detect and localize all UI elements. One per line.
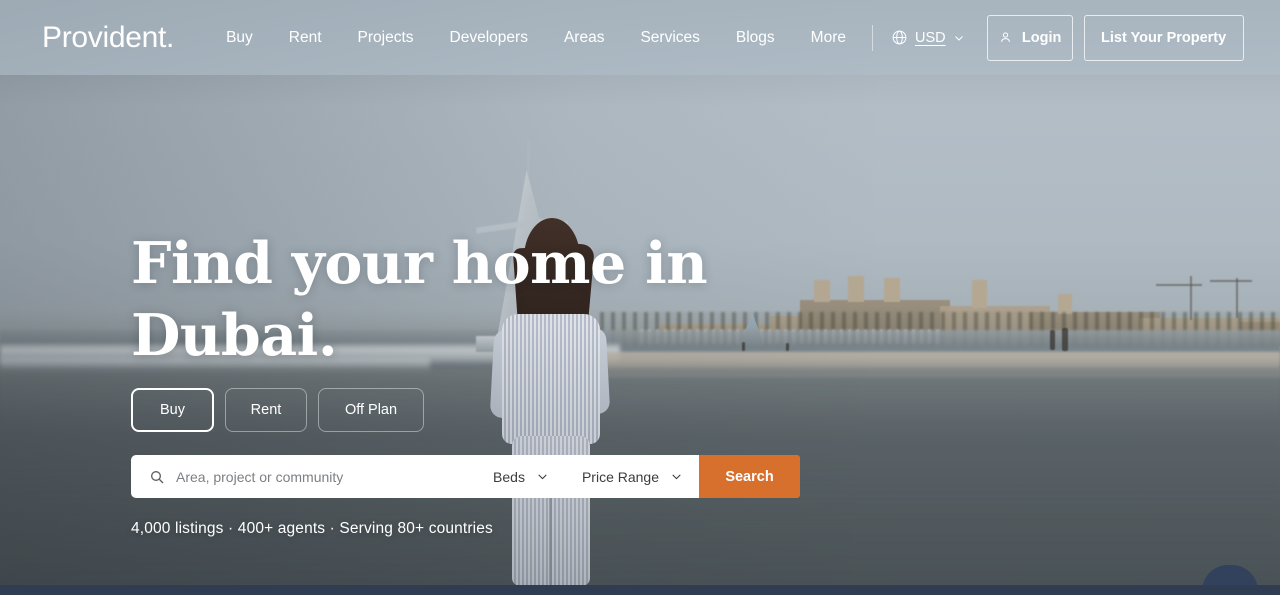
beds-dropdown[interactable]: Beds <box>477 469 565 485</box>
chevron-down-icon <box>536 470 549 483</box>
header-actions: USD Login List Your Property <box>864 14 1244 61</box>
search-fields-group: Beds Price Range <box>131 455 699 498</box>
search-button[interactable]: Search <box>699 455 800 498</box>
nav-item-buy[interactable]: Buy <box>208 23 271 53</box>
tab-buy[interactable]: Buy <box>131 388 214 432</box>
tab-off-plan[interactable]: Off Plan <box>318 388 424 432</box>
beds-label: Beds <box>493 468 525 485</box>
nav-item-blogs[interactable]: Blogs <box>718 23 793 53</box>
hero-content: Find your home in Dubai. Buy Rent Off Pl… <box>131 228 800 538</box>
search-bar: Beds Price Range <box>131 455 800 498</box>
page-root: Provident. Buy Rent Projects Developers … <box>0 0 1280 595</box>
search-icon <box>149 469 165 485</box>
chevron-down-icon <box>670 470 683 483</box>
header-divider <box>872 24 873 51</box>
nav-item-services[interactable]: Services <box>622 23 717 53</box>
nav-item-rent[interactable]: Rent <box>271 23 340 53</box>
currency-label: USD <box>915 29 946 46</box>
nav-item-areas[interactable]: Areas <box>546 23 623 53</box>
list-your-property-button[interactable]: List Your Property <box>1083 14 1244 61</box>
nav-item-projects[interactable]: Projects <box>340 23 432 53</box>
headline-line-2: Dubai. <box>131 302 338 369</box>
page-title: Find your home in Dubai. <box>131 228 800 372</box>
globe-icon <box>891 29 908 46</box>
list-property-label: List Your Property <box>1101 29 1227 46</box>
search-type-tabs: Buy Rent Off Plan <box>131 388 800 432</box>
login-button[interactable]: Login <box>986 14 1073 61</box>
brand-logo[interactable]: Provident. <box>42 21 174 55</box>
currency-selector[interactable]: USD <box>891 29 965 46</box>
bottom-bar <box>0 585 1280 595</box>
headline-line-1: Find your home in <box>131 230 708 297</box>
price-range-dropdown[interactable]: Price Range <box>566 469 699 485</box>
login-label: Login <box>1021 29 1062 46</box>
search-input-wrapper[interactable] <box>131 468 476 485</box>
user-icon <box>998 30 1013 45</box>
search-input[interactable] <box>176 468 476 485</box>
stats-line: 4,000 listings · 400+ agents · Serving 8… <box>131 520 493 537</box>
price-range-label: Price Range <box>581 468 659 485</box>
site-header: Provident. Buy Rent Projects Developers … <box>0 0 1280 75</box>
main-nav: Buy Rent Projects Developers Areas Servi… <box>208 23 864 53</box>
tab-rent[interactable]: Rent <box>225 388 307 432</box>
chevron-down-icon <box>953 32 965 44</box>
nav-item-developers[interactable]: Developers <box>432 23 546 53</box>
nav-item-more[interactable]: More <box>793 23 864 53</box>
